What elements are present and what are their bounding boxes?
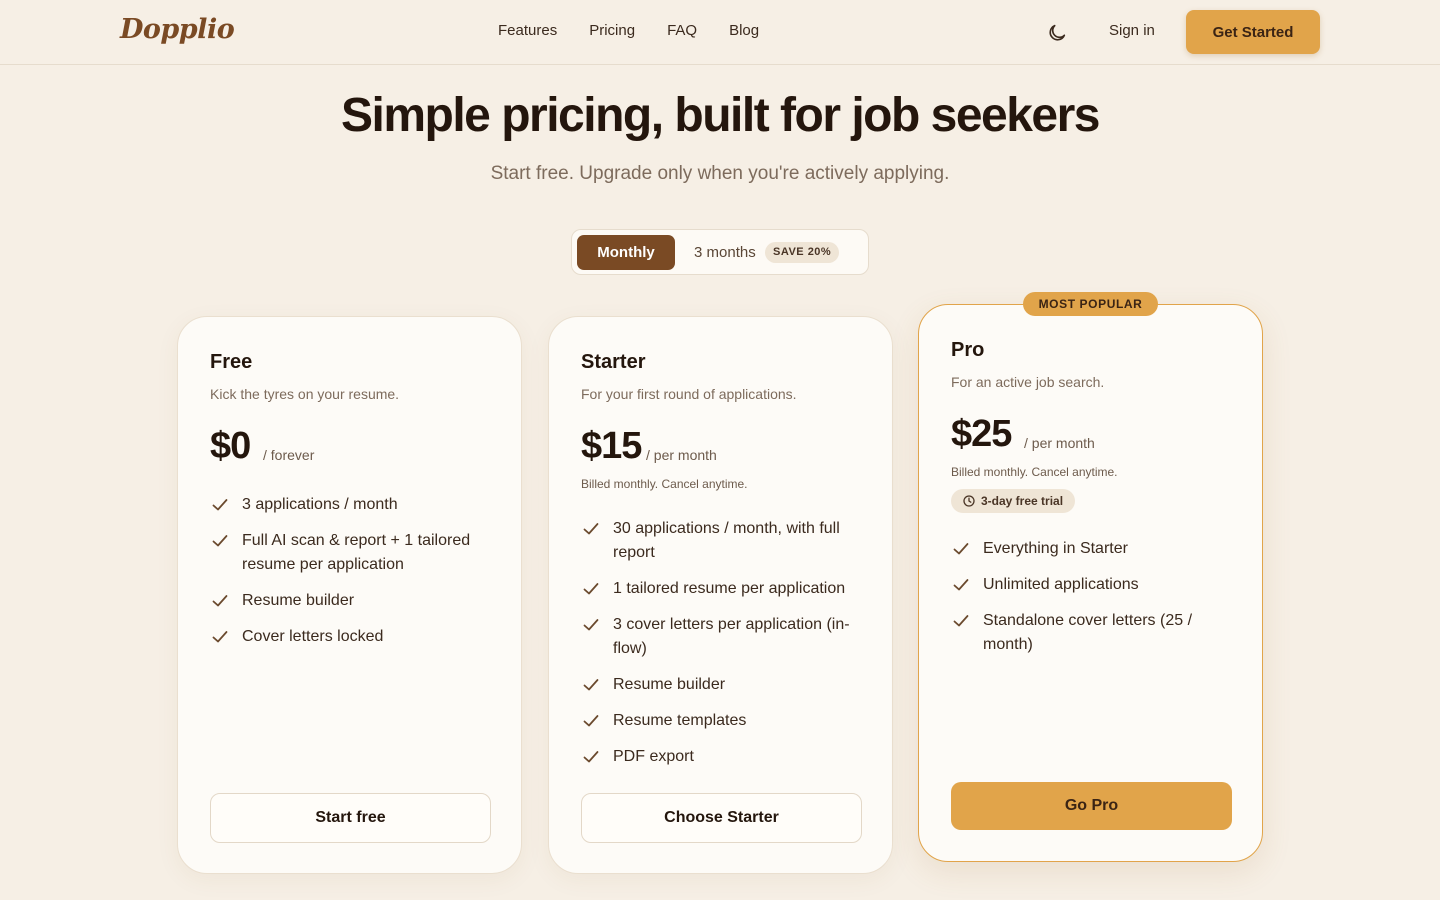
plan-price: $25 [951,413,1012,455]
feature-text: Everything in Starter [983,540,1128,557]
check-icon [583,523,599,535]
plan-card-pro: Pro For an active job search. $25 / per … [918,304,1263,862]
nav-link-features[interactable]: Features [498,22,557,39]
feature-item: 3 cover letters per application (in-flow… [581,613,866,661]
billing-note: Billed monthly. Cancel anytime. [951,465,1118,479]
feature-text: Standalone cover letters (25 / month) [983,612,1193,653]
plan-card-free: Free Kick the tyres on your resume. $0 /… [177,316,522,874]
check-icon [583,679,599,691]
plan-name: Free [210,351,253,373]
feature-text: Resume builder [613,676,726,693]
feature-item: 3 applications / month [210,493,480,517]
nav-link-blog[interactable]: Blog [729,22,759,39]
feature-item: 1 tailored resume per application [581,577,866,601]
check-icon [583,619,599,631]
check-icon [212,535,228,547]
get-started-button[interactable]: Get Started [1186,10,1320,54]
feature-list: 3 applications / month Full AI scan & re… [210,493,480,661]
plan-card-starter: Starter For your first round of applicat… [548,316,893,874]
trial-badge: 3-day free trial [951,489,1076,513]
feature-text: Unlimited applications [983,576,1139,593]
feature-text: 3 cover letters per application (in-flow… [613,616,850,657]
check-icon [212,631,228,643]
most-popular-badge: MOST POPULAR [1023,292,1158,316]
plan-price: $15 [581,425,642,467]
feature-text: 30 applications / month, with full repor… [613,520,840,561]
feature-item: Resume builder [581,673,866,697]
nav-link-pricing[interactable]: Pricing [589,22,635,39]
plan-description: For your first round of applications. [581,386,797,402]
billing-toggle: Monthly 3 months SAVE 20% [571,229,869,275]
feature-item: Resume builder [210,589,480,613]
check-icon [953,579,969,591]
page-subtitle: Start free. Upgrade only when you're act… [490,163,950,184]
page-title: Simple pricing, built for job seekers [340,89,1101,142]
feature-text: 1 tailored resume per application [613,580,846,597]
feature-text: Cover letters locked [242,628,384,645]
feature-item: Cover letters locked [210,625,480,649]
brand-logo[interactable]: Dopplio [120,14,235,45]
feature-text: PDF export [613,748,694,765]
plan-name: Starter [581,351,646,373]
top-nav: Dopplio Features Pricing FAQ Blog Sign i… [0,0,1440,65]
feature-item: 30 applications / month, with full repor… [581,517,866,565]
check-icon [953,543,969,555]
check-icon [953,615,969,627]
signin-link[interactable]: Sign in [1109,22,1155,39]
start-free-button[interactable]: Start free [210,793,491,843]
check-icon [212,499,228,511]
clock-icon [963,495,975,507]
feature-list: Everything in Starter Unlimited applicat… [951,537,1236,669]
feature-item: Full AI scan & report + 1 tailored resum… [210,529,480,577]
feature-item: Resume templates [581,709,866,733]
billing-3-months-option[interactable]: 3 months [694,244,756,261]
feature-text: Full AI scan & report + 1 tailored resum… [242,532,471,573]
feature-text: Resume templates [613,712,747,729]
plan-period: / forever [263,447,315,463]
check-icon [583,583,599,595]
check-icon [583,715,599,727]
trial-text: 3-day free trial [981,494,1064,508]
check-icon [583,751,599,763]
feature-list: 30 applications / month, with full repor… [581,517,866,781]
plan-description: For an active job search. [951,374,1105,390]
check-icon [212,595,228,607]
billing-monthly-button[interactable]: Monthly [577,235,675,270]
plan-description: Kick the tyres on your resume. [210,386,400,402]
feature-text: Resume builder [242,592,355,609]
plan-price: $0 [210,425,251,467]
nav-links: Features Pricing FAQ Blog [498,22,791,39]
feature-item: PDF export [581,745,866,769]
plan-period: / per month [646,447,717,463]
billing-note: Billed monthly. Cancel anytime. [581,477,748,491]
moon-icon[interactable] [1046,22,1068,44]
plan-period: / per month [1024,435,1095,451]
feature-item: Everything in Starter [951,537,1236,561]
save-badge: SAVE 20% [765,242,840,263]
go-pro-button[interactable]: Go Pro [951,782,1232,830]
plan-name: Pro [951,339,985,361]
feature-text: 3 applications / month [242,496,398,513]
nav-link-faq[interactable]: FAQ [667,22,697,39]
choose-starter-button[interactable]: Choose Starter [581,793,862,843]
feature-item: Standalone cover letters (25 / month) [951,609,1236,657]
feature-item: Unlimited applications [951,573,1236,597]
